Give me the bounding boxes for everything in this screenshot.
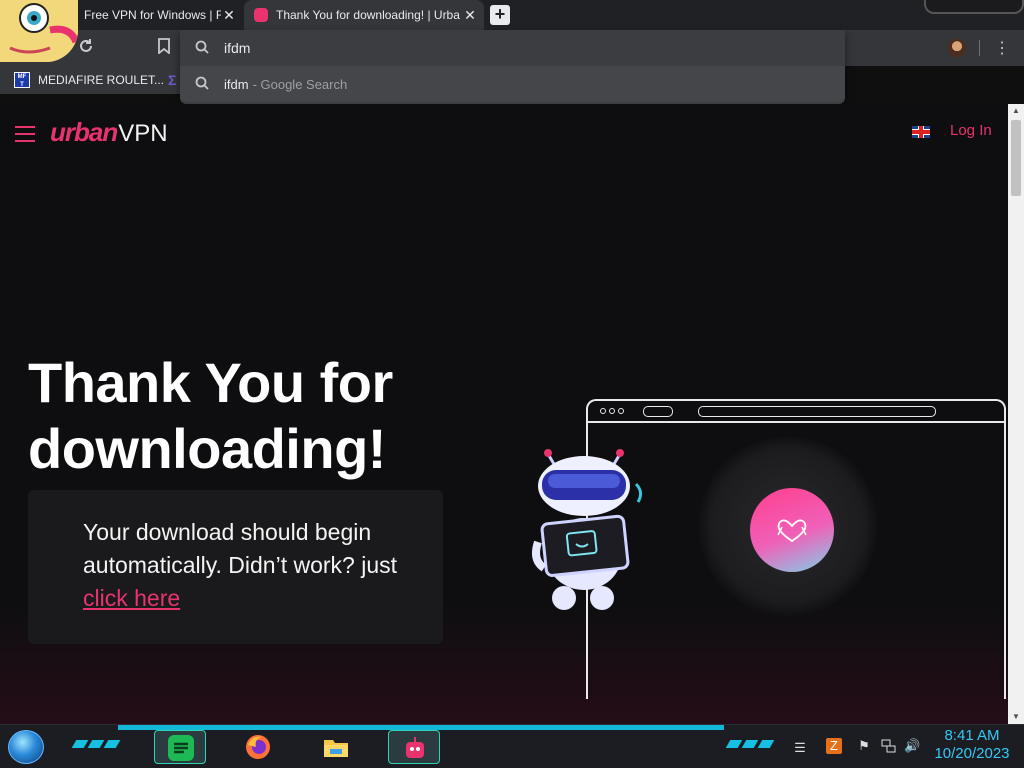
download-message-box: Your download should begin automatically… xyxy=(28,490,443,644)
mediafire-icon: MF T xyxy=(14,72,30,88)
tab-thank-you[interactable]: Thank You for downloading! | Urba ✕ xyxy=(244,0,484,30)
clock-date: 10/20/2023 xyxy=(934,745,1010,762)
network-icon[interactable] xyxy=(880,738,896,754)
suggestion-query: ifdm xyxy=(224,76,249,92)
suggestion-source: - Google Search xyxy=(252,76,348,92)
system-clock[interactable]: 8:41 AM 10/20/2023 xyxy=(930,727,1014,763)
illustration-url-bar xyxy=(698,406,936,417)
illustration-window-dots xyxy=(600,408,624,414)
download-message-text: Your download should begin automatically… xyxy=(83,519,398,578)
screen: Free VPN for Windows | F ✕ Thank You for… xyxy=(0,0,1024,768)
window-frame-decoration xyxy=(924,0,1024,14)
action-center-flag-icon[interactable]: ⚑ xyxy=(856,738,872,754)
bookmark-mediafire[interactable]: MEDIAFIRE ROULET... xyxy=(38,73,164,87)
illustration-nav-buttons xyxy=(643,406,673,417)
file-explorer-icon xyxy=(324,740,348,757)
start-button[interactable] xyxy=(8,730,44,764)
scrollbar-thumb[interactable] xyxy=(1011,120,1021,196)
tab-strip: Free VPN for Windows | F ✕ Thank You for… xyxy=(0,0,1024,30)
tab-title: Thank You for downloading! | Urba xyxy=(276,8,460,22)
volume-icon[interactable]: 🔊 xyxy=(904,738,920,754)
taskbar-lines-icon: ☰ xyxy=(794,740,806,755)
scroll-up-icon[interactable]: ▲ xyxy=(1012,107,1020,115)
download-message: Your download should begin automatically… xyxy=(83,516,423,615)
click-here-link[interactable]: click here xyxy=(83,585,180,611)
new-tab-button[interactable]: + xyxy=(490,5,510,25)
suggestion-google-search[interactable]: ifdm - Google Search xyxy=(180,66,845,102)
search-icon xyxy=(180,76,224,93)
illustration-toolbar xyxy=(588,401,1004,423)
uk-flag-icon[interactable] xyxy=(912,126,930,138)
address-bar[interactable]: ifdm xyxy=(180,30,845,66)
taskbar-app-urbanvpn[interactable] xyxy=(388,730,440,764)
address-input[interactable]: ifdm xyxy=(224,40,250,56)
page-headline: Thank You for downloading! xyxy=(28,351,393,480)
urbanvpn-icon xyxy=(406,737,424,758)
bookmarks-bar: MF T MEDIAFIRE ROULET... xyxy=(0,66,180,94)
heart-hands-icon xyxy=(750,488,834,572)
taskbar-decoration xyxy=(725,740,775,748)
taskbar-app-firefox[interactable] xyxy=(232,730,284,764)
firefox-icon xyxy=(246,735,270,759)
robot-mascot-image xyxy=(528,444,648,614)
search-icon xyxy=(180,40,224,57)
heart-hands-badge xyxy=(750,488,834,572)
profile-avatar[interactable] xyxy=(948,39,966,57)
close-icon[interactable]: ✕ xyxy=(462,7,478,23)
omnibox-dropdown: ifdm ifdm - Google Search xyxy=(180,30,845,104)
page-scrollbar[interactable]: ▲ ▼ xyxy=(1008,104,1024,724)
tab-free-vpn[interactable]: Free VPN for Windows | F ✕ xyxy=(78,0,243,30)
login-link[interactable]: Log In xyxy=(950,122,992,139)
close-icon[interactable]: ✕ xyxy=(221,7,237,23)
scroll-down-icon[interactable]: ▼ xyxy=(1012,713,1020,721)
tray-app-icon[interactable]: Z xyxy=(826,738,842,754)
web-page: urban VPN Log In Thank You for downloadi… xyxy=(0,104,1008,724)
spotify-icon xyxy=(168,735,194,761)
taskbar-app-file-explorer[interactable] xyxy=(310,730,362,764)
urbanvpn-favicon-icon xyxy=(254,8,268,22)
browser-illustration xyxy=(586,399,1006,699)
bookmark-icon[interactable] xyxy=(154,38,174,58)
tab-title: Free VPN for Windows | F xyxy=(84,8,221,22)
profile-sticker-image xyxy=(0,0,78,62)
taskbar-decoration xyxy=(71,740,121,748)
logo-part-urban: urban xyxy=(50,117,118,147)
logo-part-vpn: VPN xyxy=(118,120,168,147)
toolbar-divider xyxy=(979,40,980,56)
clock-time: 8:41 AM xyxy=(944,727,1000,744)
reload-icon[interactable] xyxy=(76,38,96,58)
taskbar-app-spotify[interactable] xyxy=(154,730,206,764)
menu-icon[interactable]: ⋮ xyxy=(994,38,1010,58)
hamburger-menu-icon[interactable] xyxy=(15,126,35,147)
urbanvpn-logo[interactable]: urban VPN xyxy=(50,117,168,148)
